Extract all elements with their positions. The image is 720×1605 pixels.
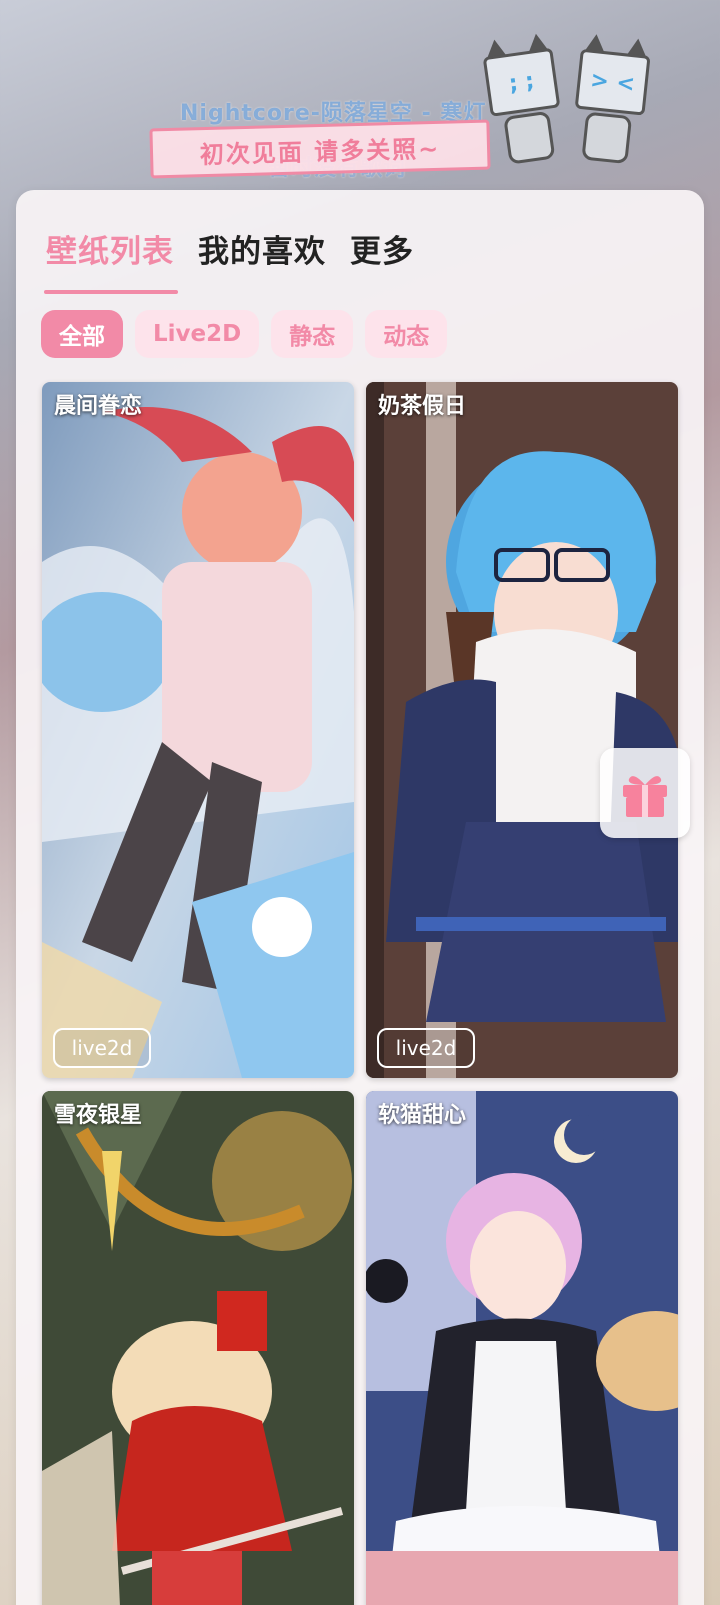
wallpaper-card[interactable]: 雪夜银星 <box>42 1091 354 1605</box>
wallpaper-card[interactable]: 奶茶假日 live2d <box>366 382 678 1078</box>
gift-button[interactable] <box>600 748 690 838</box>
mascot-body <box>503 110 556 165</box>
tab-my-likes[interactable]: 我的喜欢 <box>198 226 326 271</box>
greeting-text: 初次见面 请多关照~ <box>199 134 441 169</box>
tab-wallpaper-list[interactable]: 壁纸列表 <box>46 226 174 271</box>
filter-dynamic[interactable]: 动态 <box>365 310 448 358</box>
filter-all[interactable]: 全部 <box>41 310 123 358</box>
filter-static[interactable]: 静态 <box>271 310 354 358</box>
mascot-left[interactable]: ; ; <box>482 32 568 167</box>
live2d-badge: live2d <box>377 1028 475 1068</box>
wallpaper-thumbnail <box>42 382 354 1078</box>
wallpaper-title: 奶茶假日 <box>378 394 467 419</box>
filter-live2d[interactable]: Live2D <box>135 310 260 358</box>
wallpaper-thumbnail <box>42 1091 354 1605</box>
header: Nightcore-陨落星空 - 寒灯 暂时没有歌词 初次见面 请多关照~ ; … <box>0 0 720 200</box>
mascot-body <box>581 111 633 165</box>
greeting-banner: 初次见面 请多关照~ <box>149 119 491 179</box>
main-tabs: 壁纸列表 我的喜欢 更多 <box>46 226 414 271</box>
filter-chips: 全部 Live2D 静态 动态 <box>41 310 448 358</box>
wallpaper-title: 晨间眷恋 <box>54 394 143 419</box>
mascot-right[interactable]: > < <box>569 33 651 166</box>
wallpaper-thumbnail <box>366 382 678 1078</box>
wallpaper-card[interactable]: 软猫甜心 <box>366 1091 678 1605</box>
wallpaper-title: 雪夜银星 <box>54 1103 143 1128</box>
wallpaper-thumbnail <box>366 1091 678 1605</box>
gift-icon <box>623 776 667 817</box>
mascot-face: ; ; <box>482 47 561 117</box>
active-tab-indicator <box>44 290 178 294</box>
tab-more[interactable]: 更多 <box>350 226 414 271</box>
wallpaper-card[interactable]: 晨间眷恋 live2d <box>42 382 354 1078</box>
wallpaper-title: 软猫甜心 <box>378 1103 467 1128</box>
live2d-badge: live2d <box>53 1028 151 1068</box>
mascot-face: > < <box>574 48 651 116</box>
